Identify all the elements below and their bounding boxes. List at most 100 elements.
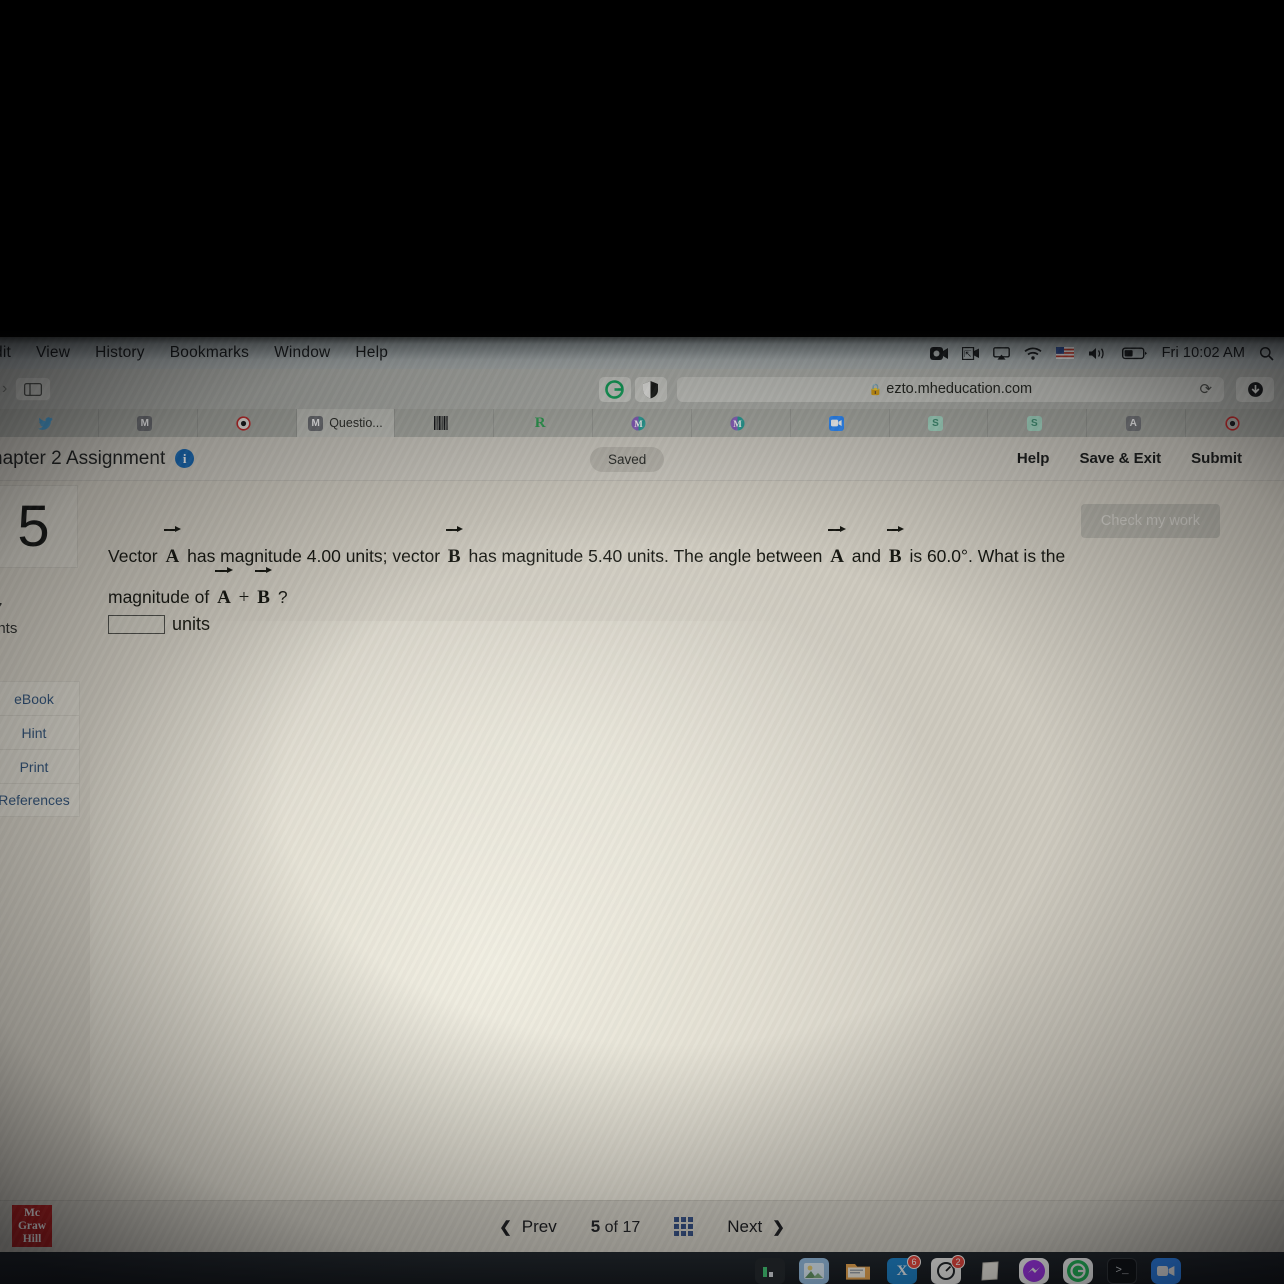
check-my-work-button[interactable]: Check my work — [1080, 504, 1220, 538]
grid-view-icon[interactable] — [674, 1217, 694, 1236]
page-indicator: 5 of 17 — [591, 1217, 641, 1237]
browser-tab[interactable]: M — [692, 409, 791, 437]
logo-line-2: Graw — [17, 1219, 47, 1232]
activity-monitor-icon[interactable] — [755, 1258, 785, 1284]
browser-tab[interactable] — [1186, 409, 1284, 437]
references-button[interactable]: References — [0, 783, 80, 817]
folder-icon[interactable] — [843, 1258, 873, 1284]
browser-tab[interactable] — [198, 409, 297, 437]
browser-tab-active[interactable]: M Questio... — [296, 409, 396, 437]
assignment-body: Check my work 5 7 ints eBook Hint Print … — [0, 481, 1284, 1252]
m-circle-icon: M — [730, 416, 745, 431]
lock-icon: 🔒 — [868, 383, 883, 396]
plus-sign: + — [238, 587, 250, 608]
browser-tab-bar: M M Questio... R M M S S A — [0, 409, 1284, 437]
next-button[interactable]: Next ❯ — [727, 1217, 785, 1237]
answer-input[interactable] — [108, 615, 165, 634]
speedtest-icon[interactable]: 2 — [931, 1255, 965, 1284]
prev-button[interactable]: ❮ Prev — [499, 1217, 557, 1237]
pages-document-icon[interactable] — [975, 1258, 1005, 1284]
question-text: Vector A has magnitude 4.00 units; vecto… — [108, 526, 1118, 618]
browser-tab[interactable] — [395, 409, 495, 437]
vector-b-symbol: B — [445, 526, 464, 577]
camera-record-icon[interactable] — [929, 346, 948, 360]
menu-help[interactable]: Help — [355, 344, 388, 362]
screen-share-icon[interactable]: ⇱ — [961, 346, 979, 360]
menu-bookmarks[interactable]: Bookmarks — [170, 344, 249, 362]
volume-icon[interactable] — [1088, 347, 1108, 360]
prev-label: Prev — [521, 1216, 557, 1236]
menu-edit[interactable]: dit — [0, 344, 11, 362]
browser-tab[interactable]: S — [988, 409, 1088, 437]
svg-text:M: M — [734, 419, 743, 429]
vector-b-symbol: B — [886, 526, 905, 577]
download-icon[interactable] — [1236, 376, 1275, 402]
page-of: of — [604, 1218, 618, 1236]
question-text-part2: has magnitude 4.00 units; vector — [187, 546, 441, 566]
info-icon[interactable]: i — [175, 449, 195, 468]
menubar-status-area: ⇱ Fri 10:02 AM — [929, 345, 1284, 361]
preview-photo-icon[interactable] — [799, 1258, 829, 1284]
messenger-icon[interactable] — [1019, 1258, 1049, 1284]
page-current: 5 — [590, 1216, 601, 1236]
forward-chevron-icon[interactable]: › — [2, 380, 7, 398]
grammarly-icon[interactable] — [598, 376, 631, 402]
question-text-part5: is 60.0°. What is the — [909, 546, 1066, 566]
page-title: hapter 2 Assignment — [0, 447, 166, 469]
battery-icon[interactable] — [1121, 347, 1148, 360]
mcgraw-hill-logo: Mc Graw Hill — [12, 1205, 52, 1247]
browser-tab[interactable]: M — [99, 409, 198, 437]
terminal-icon[interactable]: >_ — [1107, 1258, 1137, 1284]
reload-icon[interactable]: ⟳ — [1199, 380, 1212, 398]
airplay-icon[interactable] — [992, 346, 1010, 360]
chevron-left-icon: ❮ — [499, 1218, 512, 1236]
print-button[interactable]: Print — [0, 749, 80, 783]
logo-line-3: Hill — [22, 1232, 42, 1245]
menu-view[interactable]: View — [36, 344, 70, 362]
question-text-part3: has magnitude 5.40 units. The angle betw… — [468, 546, 823, 566]
points-label: ints — [0, 620, 18, 637]
chevron-right-icon: ❯ — [772, 1218, 785, 1236]
tab-label: Questio... — [329, 416, 383, 430]
browser-tab[interactable]: A — [1087, 409, 1187, 437]
help-button[interactable]: Help — [1017, 450, 1050, 467]
svg-text:⇱: ⇱ — [964, 349, 972, 359]
question-mark: ? — [277, 587, 288, 607]
a-favicon-icon: A — [1125, 415, 1141, 431]
ebook-button[interactable]: eBook — [0, 681, 80, 715]
badge-count: 6 — [907, 1255, 921, 1269]
browser-tab[interactable] — [0, 409, 99, 437]
m-circle-icon: M — [631, 416, 646, 431]
submit-button[interactable]: Submit — [1191, 450, 1242, 467]
header-actions: Help Save & Exit Submit — [1017, 450, 1284, 467]
browser-tab[interactable]: M — [593, 409, 692, 437]
url-text: ezto.mheducation.com — [886, 381, 1033, 397]
points-info: 7 ints — [0, 599, 17, 639]
zoom-icon[interactable] — [1151, 1258, 1181, 1284]
vector-b-symbol: B — [254, 567, 273, 618]
browser-toolbar: › 🔒 ezto.mheducation.com ⟳ — [0, 369, 1284, 409]
browser-tab[interactable] — [791, 409, 890, 437]
units-label: units — [172, 614, 211, 634]
address-bar[interactable]: 🔒 ezto.mheducation.com ⟳ — [676, 376, 1225, 402]
vector-a-symbol: A — [214, 567, 234, 618]
hint-button[interactable]: Hint — [0, 715, 80, 749]
logo-line-1: Mc — [24, 1206, 40, 1219]
twitter-icon — [38, 416, 54, 431]
shield-privacy-icon[interactable] — [634, 376, 667, 402]
menu-window[interactable]: Window — [274, 344, 330, 362]
menu-history[interactable]: History — [95, 344, 145, 362]
badge-count: 2 — [951, 1255, 965, 1269]
us-flag-icon[interactable] — [1055, 347, 1074, 359]
browser-tab[interactable]: S — [890, 409, 989, 437]
spotlight-search-icon[interactable] — [1259, 346, 1274, 361]
xcode-icon[interactable]: X 6 — [887, 1255, 921, 1284]
save-and-exit-button[interactable]: Save & Exit — [1079, 450, 1161, 467]
question-text-part4: and — [851, 546, 881, 566]
sidebar-toggle-icon[interactable] — [15, 377, 52, 401]
browser-tab[interactable]: R — [494, 409, 594, 437]
menubar-items: dit View History Bookmarks Window Help — [0, 344, 388, 362]
grammarly-icon[interactable] — [1063, 1258, 1093, 1284]
page-total: 17 — [622, 1218, 641, 1236]
wifi-icon[interactable] — [1024, 347, 1042, 360]
